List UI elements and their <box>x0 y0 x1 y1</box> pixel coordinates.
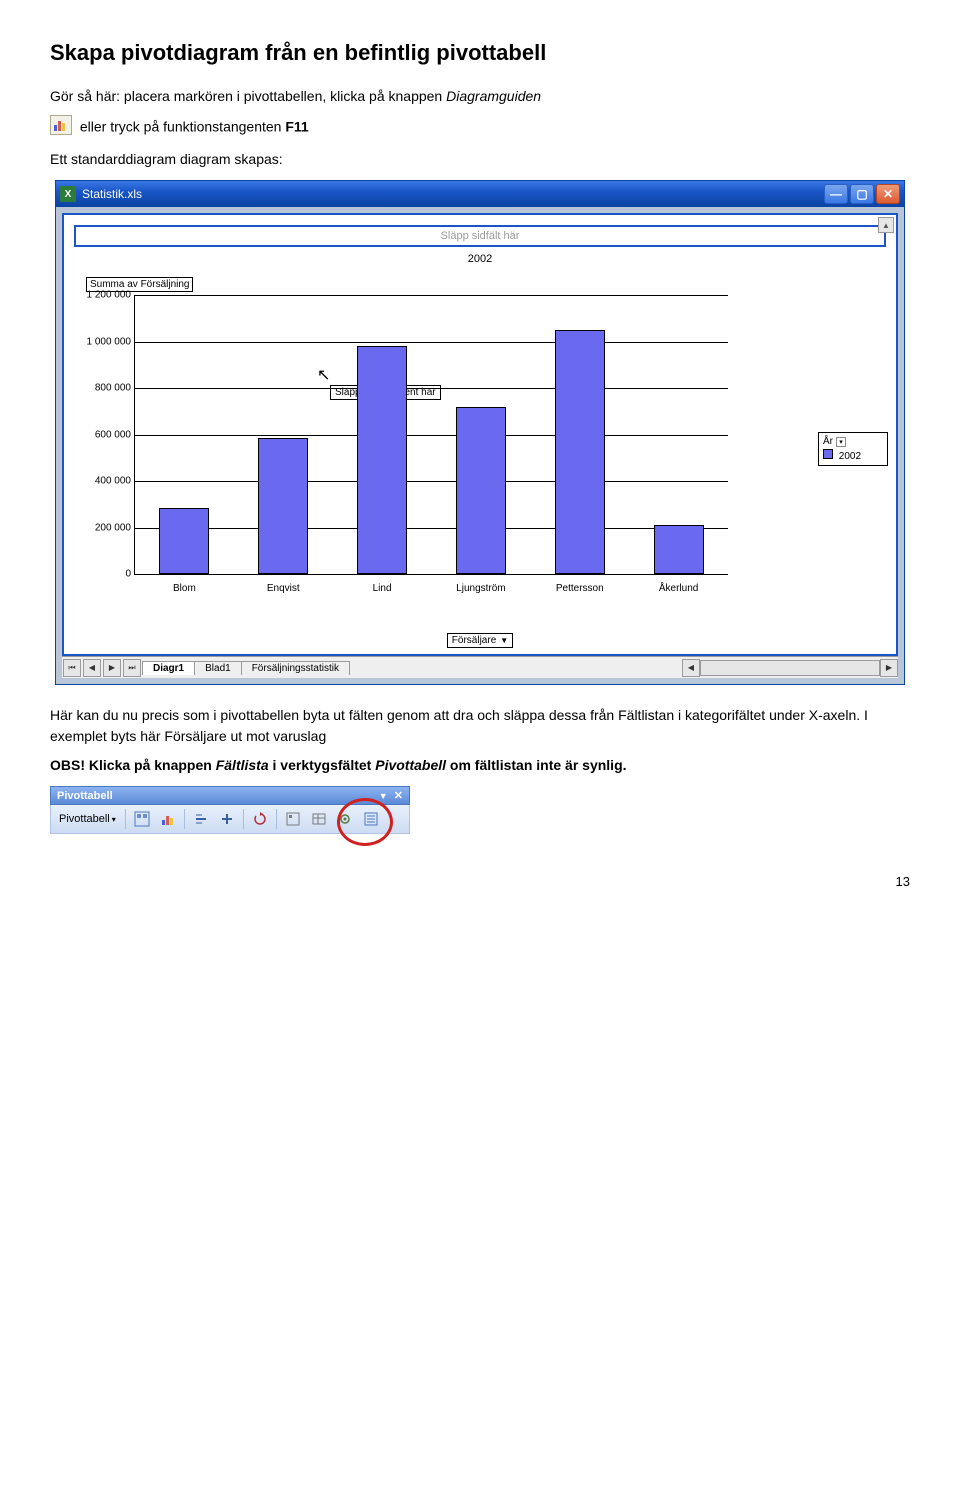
refresh-data-icon[interactable] <box>248 808 272 830</box>
scroll-right-button[interactable]: ▶ <box>880 659 898 677</box>
format-report-icon[interactable] <box>130 808 154 830</box>
y-tick-label: 600 000 <box>79 429 131 440</box>
show-detail-icon[interactable] <box>215 808 239 830</box>
x-tick-label: Enqvist <box>243 583 323 594</box>
obs-fieldlist-word: Fältlista <box>216 757 269 773</box>
grid-line <box>135 295 728 296</box>
maximize-button[interactable]: ▢ <box>850 184 874 204</box>
sheet-tabs-bar: ⏮ ◀ ▶ ⏭ Diagr1Blad1Försäljningsstatistik… <box>62 656 898 678</box>
legend-swatch <box>823 449 833 459</box>
y-tick-label: 400 000 <box>79 476 131 487</box>
plot-area: Släpp dataelement här ↖ 0200 000400 0006… <box>134 295 728 575</box>
scroll-up-button[interactable]: ▲ <box>878 217 894 233</box>
tab-nav-next[interactable]: ▶ <box>103 659 121 677</box>
obs-prefix: OBS! Klicka på knappen <box>50 757 216 773</box>
hide-detail-icon[interactable] <box>189 808 213 830</box>
tab-nav-first[interactable]: ⏮ <box>63 659 81 677</box>
page-heading: Skapa pivotdiagram från en befintlig piv… <box>50 40 910 66</box>
bar[interactable] <box>159 508 209 574</box>
x-tick-label: Ljungström <box>441 583 521 594</box>
close-button[interactable]: ✕ <box>876 184 900 204</box>
intro-line-2: eller tryck på funktionstangenten F11 <box>50 115 910 141</box>
obs-end: om fältlistan inte är synlig. <box>446 757 626 773</box>
sheet-tab[interactable]: Blad1 <box>194 661 242 675</box>
chart-body: Summa av Försäljning Släpp dataelement h… <box>74 271 818 631</box>
bar[interactable] <box>357 346 407 574</box>
f11-key: F11 <box>285 119 308 135</box>
pivottable-menu-button[interactable]: Pivottabell ▾ <box>55 808 121 830</box>
show-field-list-icon[interactable] <box>359 808 383 830</box>
pivottable-menu-label: Pivottabell <box>59 813 110 825</box>
page-number: 13 <box>50 874 910 889</box>
tab-nav-last[interactable]: ⏭ <box>123 659 141 677</box>
chart-wizard-icon[interactable] <box>156 808 180 830</box>
intro-paragraph: Gör så här: placera markören i pivottabe… <box>50 86 910 107</box>
window-title: Statistik.xls <box>82 187 824 201</box>
intro-line-3: Ett standarddiagram diagram skapas: <box>50 149 910 170</box>
grid-line <box>135 388 728 389</box>
toolbar-separator <box>184 809 185 829</box>
y-tick-label: 800 000 <box>79 383 131 394</box>
horizontal-scrollbar[interactable]: ◀ ▶ <box>682 659 898 677</box>
minimize-button[interactable]: — <box>824 184 848 204</box>
grid-line <box>135 574 728 575</box>
toolbar-title-text: Pivottabell <box>57 790 113 802</box>
toolbar-options-icon[interactable]: ▼ <box>379 791 388 801</box>
x-tick-label: Lind <box>342 583 422 594</box>
legend-dropdown-icon[interactable]: ▾ <box>836 437 846 447</box>
tab-nav-prev[interactable]: ◀ <box>83 659 101 677</box>
window-titlebar: X Statistik.xls — ▢ ✕ <box>56 181 904 207</box>
grid-line <box>135 342 728 343</box>
always-display-items-icon[interactable] <box>307 808 331 830</box>
x-axis-field-dropdown[interactable]: Försäljare ▼ <box>447 633 513 648</box>
paragraph-2: Här kan du nu precis som i pivottabellen… <box>50 705 910 747</box>
grid-line <box>135 481 728 482</box>
chart-legend: År ▾ 2002 <box>818 432 888 466</box>
scroll-track[interactable] <box>700 660 880 676</box>
obs-pivottable-word: Pivottabell <box>375 757 446 773</box>
bar[interactable] <box>456 407 506 574</box>
x-tick-label: Pettersson <box>540 583 620 594</box>
toolbar-body: Pivottabell ▾ <box>50 805 410 834</box>
sheet-tab[interactable]: Försäljningsstatistik <box>241 661 350 675</box>
chevron-down-icon: ▾ <box>112 815 116 824</box>
bar[interactable] <box>258 438 308 574</box>
scroll-left-button[interactable]: ◀ <box>682 659 700 677</box>
grid-line <box>135 528 728 529</box>
sheet-tab[interactable]: Diagr1 <box>142 661 195 675</box>
toolbar-separator <box>125 809 126 829</box>
toolbar-close-icon[interactable]: ✕ <box>394 790 403 802</box>
intro-text-1: Gör så här: placera markören i pivottabe… <box>50 88 446 104</box>
diagram-wizard-word: Diagramguiden <box>446 88 541 104</box>
include-hidden-icon[interactable] <box>281 808 305 830</box>
y-tick-label: 1 200 000 <box>79 290 131 301</box>
toolbar-separator <box>243 809 244 829</box>
obs-suffix: i verktygsfältet <box>269 757 376 773</box>
chart-pane: ▲ Släpp sidfält här 2002 Summa av Försäl… <box>62 213 898 656</box>
x-axis-field-label: Försäljare <box>452 635 496 646</box>
excel-window: X Statistik.xls — ▢ ✕ ▲ Släpp sidfält hä… <box>55 180 905 685</box>
toolbar-separator <box>276 809 277 829</box>
bar[interactable] <box>555 330 605 574</box>
excel-app-icon: X <box>60 186 76 202</box>
intro-text-2a: eller tryck på funktionstangenten <box>80 119 285 135</box>
paragraph-3-obs: OBS! Klicka på knappen Fältlista i verkt… <box>50 755 910 776</box>
chart-wizard-icon <box>50 115 72 141</box>
page-field-dropzone[interactable]: Släpp sidfält här <box>74 225 886 247</box>
grid-line <box>135 435 728 436</box>
pivottable-toolbar-image: Pivottabell ▼ ✕ Pivottabell ▾ <box>50 786 910 834</box>
bar[interactable] <box>654 525 704 574</box>
mouse-cursor-icon: ↖ <box>317 365 330 385</box>
legend-field-name: År <box>823 436 833 447</box>
x-tick-label: Åkerlund <box>639 583 719 594</box>
chevron-down-icon: ▼ <box>500 636 508 645</box>
y-tick-label: 0 <box>79 569 131 580</box>
y-tick-label: 1 000 000 <box>79 336 131 347</box>
x-tick-label: Blom <box>144 583 224 594</box>
legend-item-label: 2002 <box>839 451 861 462</box>
chart-title: 2002 <box>68 253 892 265</box>
y-tick-label: 200 000 <box>79 522 131 533</box>
